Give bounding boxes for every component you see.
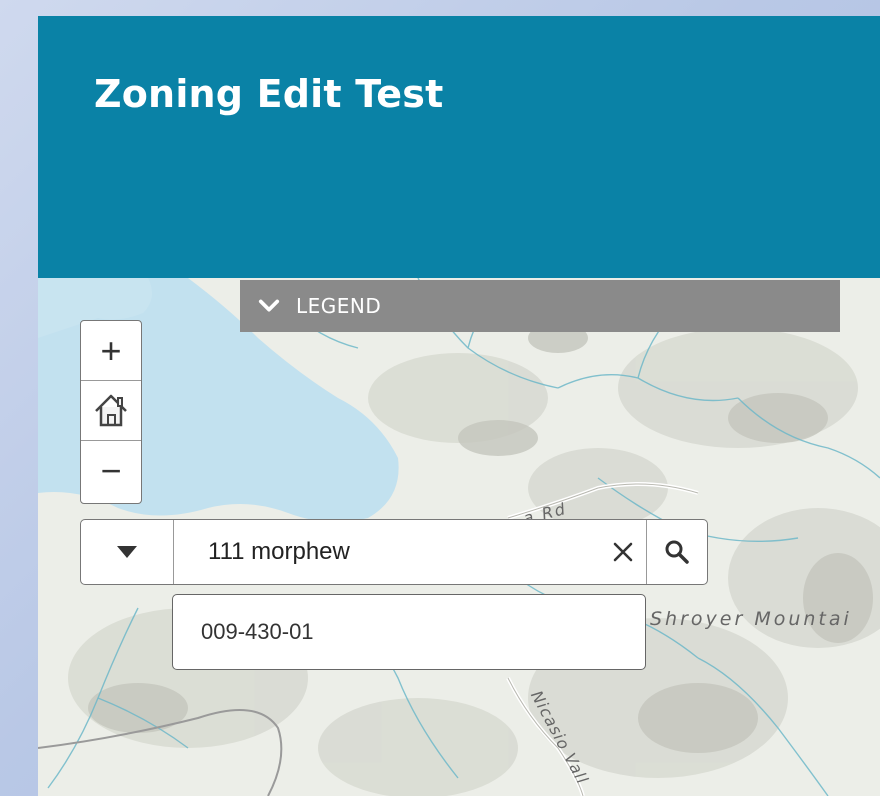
search-input[interactable] (174, 520, 600, 584)
search-suggestions: 009-430-01 (172, 594, 646, 670)
home-icon (95, 394, 127, 426)
suggestion-item[interactable]: 009-430-01 (201, 619, 314, 645)
zoom-out-button[interactable]: − (81, 441, 141, 501)
plus-icon: + (100, 329, 122, 371)
legend-label: LEGEND (296, 294, 382, 318)
search-button[interactable] (646, 520, 707, 584)
legend-toggle[interactable]: LEGEND (240, 280, 840, 332)
zoom-in-button[interactable]: + (81, 321, 141, 381)
chevron-down-icon (258, 299, 280, 312)
map-label-mountain: Shroyer Mountai (650, 608, 852, 630)
search-source-dropdown[interactable] (81, 520, 174, 584)
home-button[interactable] (81, 381, 141, 441)
app-title: Zoning Edit Test (94, 72, 444, 116)
app-header: Zoning Edit Test (38, 16, 880, 278)
caret-down-icon (117, 546, 137, 558)
search-widget (80, 519, 708, 585)
minus-icon: − (100, 450, 122, 491)
clear-search-button[interactable] (600, 520, 646, 584)
search-icon (665, 540, 689, 564)
close-icon (613, 542, 633, 562)
app-frame: Zoning Edit Test Shroyer Mountai a Rd Ni… (38, 16, 880, 796)
zoom-controls: + − (80, 320, 142, 504)
